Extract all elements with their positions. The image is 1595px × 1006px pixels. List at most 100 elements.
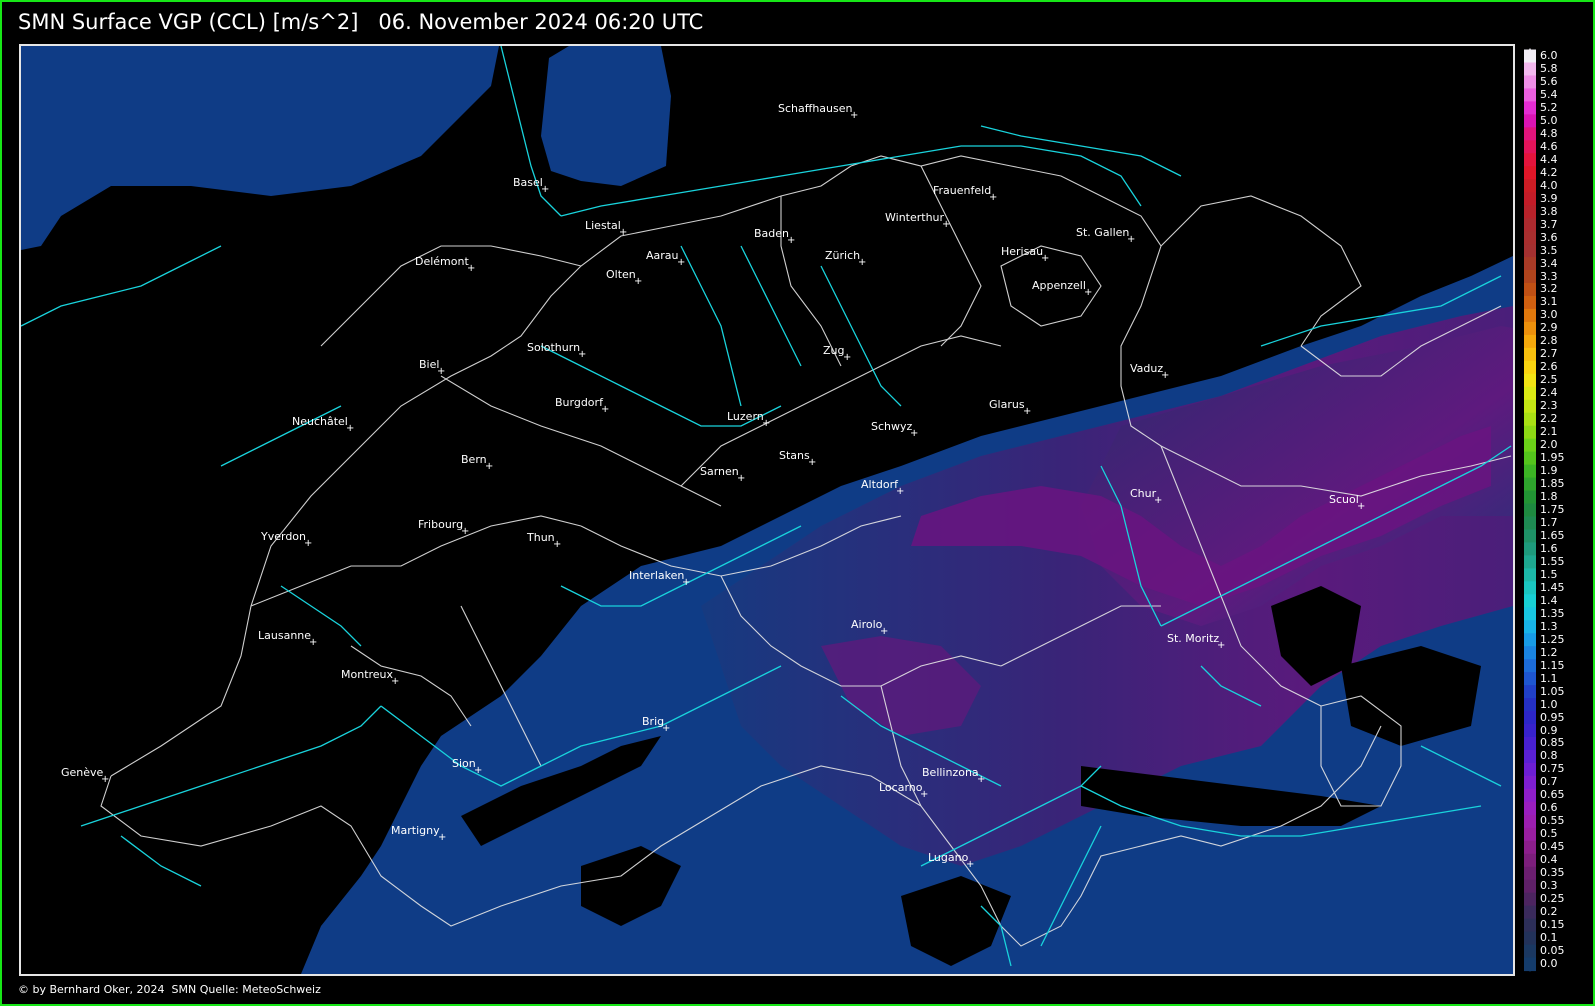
map-panel[interactable]: Schaffhausen Basel Frauenfeld Liestal Wi… — [19, 44, 1515, 976]
scale-label: 0.15 — [1540, 918, 1565, 932]
product-name: SMN Surface VGP (CCL) [m/s^2] — [18, 10, 359, 34]
scale-label: 1.15 — [1540, 658, 1565, 672]
city-label-thun: Thun — [527, 531, 555, 544]
scale-label: 3.6 — [1540, 230, 1558, 244]
footer-source: SMN Quelle: MeteoSchweiz — [171, 983, 321, 996]
field-northwest — [21, 46, 499, 250]
scale-label: 4.6 — [1540, 139, 1558, 153]
city-marker: + — [1127, 234, 1136, 245]
scale-label: 1.0 — [1540, 697, 1558, 711]
scale-cell — [1524, 672, 1536, 686]
scale-cell — [1524, 114, 1536, 128]
scale-cell — [1524, 490, 1536, 505]
city-marker: + — [304, 538, 313, 549]
city-marker: + — [1154, 495, 1163, 506]
scale-label: 2.6 — [1540, 360, 1558, 374]
scale-cell — [1524, 775, 1536, 790]
scale-label: 2.0 — [1540, 438, 1558, 452]
city-marker: + — [942, 219, 951, 230]
scale-cell — [1524, 321, 1536, 336]
scale-label: 2.7 — [1540, 347, 1558, 361]
scale-cell — [1524, 62, 1536, 77]
city-marker: + — [677, 257, 686, 268]
scale-cell — [1524, 711, 1536, 725]
scale-label: 5.8 — [1540, 61, 1558, 75]
footer-credit: © by Bernhard Oker, 2024 — [18, 983, 165, 996]
scale-label: 1.35 — [1540, 606, 1565, 620]
scale-label: 0.85 — [1540, 736, 1565, 750]
city-marker: + — [808, 457, 817, 468]
city-marker: + — [966, 859, 975, 870]
scale-label: 0.45 — [1540, 840, 1565, 854]
scale-label: 0.55 — [1540, 814, 1565, 828]
scale-cell — [1524, 75, 1536, 90]
scale-label: 2.8 — [1540, 334, 1558, 348]
scale-label: 2.1 — [1540, 425, 1558, 439]
scale-cell — [1524, 88, 1536, 102]
scale-cell — [1524, 542, 1536, 556]
scale-label: 0.7 — [1540, 775, 1558, 789]
scale-label: 1.85 — [1540, 477, 1565, 491]
scale-cell — [1524, 270, 1536, 284]
scale-cell — [1524, 477, 1536, 492]
map-canvas — [21, 46, 1513, 974]
scale-cell — [1524, 918, 1536, 933]
scale-cell — [1524, 438, 1536, 453]
scale-label: 0.2 — [1540, 905, 1558, 919]
scale-cell — [1524, 724, 1536, 738]
scale-cell — [1524, 425, 1536, 440]
valid-time: 06. November 2024 06:20 UTC — [378, 10, 704, 34]
city-label-neuchatel: Neuchâtel — [292, 415, 348, 428]
scale-cell — [1524, 827, 1536, 842]
scale-label: 2.9 — [1540, 321, 1558, 335]
scale-cell — [1524, 179, 1536, 193]
scale-label: 0.4 — [1540, 853, 1558, 867]
scale-label: 4.4 — [1540, 152, 1558, 166]
scale-label: 0.0 — [1540, 957, 1558, 970]
city-label-luzern: Luzern — [727, 410, 764, 423]
scale-label: 2.3 — [1540, 399, 1558, 413]
scale-cell — [1524, 464, 1536, 479]
city-label-delemont: Delémont — [415, 255, 469, 268]
scale-cell — [1524, 295, 1536, 310]
city-label-glarus: Glarus — [989, 398, 1025, 411]
city-label-brig: Brig — [642, 715, 665, 728]
scale-cell — [1524, 788, 1536, 803]
scale-cell — [1524, 737, 1536, 751]
scale-label: 3.3 — [1540, 269, 1558, 283]
city-marker: + — [910, 428, 919, 439]
scale-cell — [1524, 516, 1536, 531]
city-marker: + — [737, 473, 746, 484]
city-marker: + — [858, 257, 867, 268]
city-label-yverdon: Yverdon — [261, 530, 307, 543]
city-label-vaduz: Vaduz — [1130, 362, 1164, 375]
city-label-winterthur: Winterthur — [885, 211, 945, 224]
city-label-olten: Olten — [606, 268, 636, 281]
city-label-baden: Baden — [754, 227, 790, 240]
scale-label: 5.0 — [1540, 113, 1558, 127]
scale-cell — [1524, 853, 1536, 868]
scale-label: 4.8 — [1540, 126, 1558, 140]
scale-cell — [1524, 944, 1536, 959]
city-marker: + — [485, 461, 494, 472]
city-marker: + — [391, 676, 400, 687]
scale-label: 1.65 — [1540, 528, 1565, 542]
city-marker: + — [850, 110, 859, 121]
scale-label: 0.5 — [1540, 827, 1558, 841]
city-label-montreux: Montreux — [341, 668, 394, 681]
scale-label: 1.8 — [1540, 490, 1558, 504]
scale-cell — [1524, 127, 1536, 141]
city-marker: + — [541, 184, 550, 195]
city-label-altdorf: Altdorf — [861, 478, 899, 491]
city-label-geneve: Genève — [61, 766, 104, 779]
city-marker: + — [787, 235, 796, 246]
city-marker: + — [461, 526, 470, 537]
scale-cell — [1524, 581, 1536, 595]
city-label-schwyz: Schwyz — [871, 420, 913, 433]
scale-label: 0.65 — [1540, 788, 1565, 802]
scale-label: 2.2 — [1540, 412, 1558, 426]
scale-cell — [1524, 749, 1536, 764]
city-label-frauenfeld: Frauenfeld — [933, 184, 992, 197]
city-label-fribourg: Fribourg — [418, 518, 464, 531]
city-label-interlaken: Interlaken — [629, 569, 685, 582]
